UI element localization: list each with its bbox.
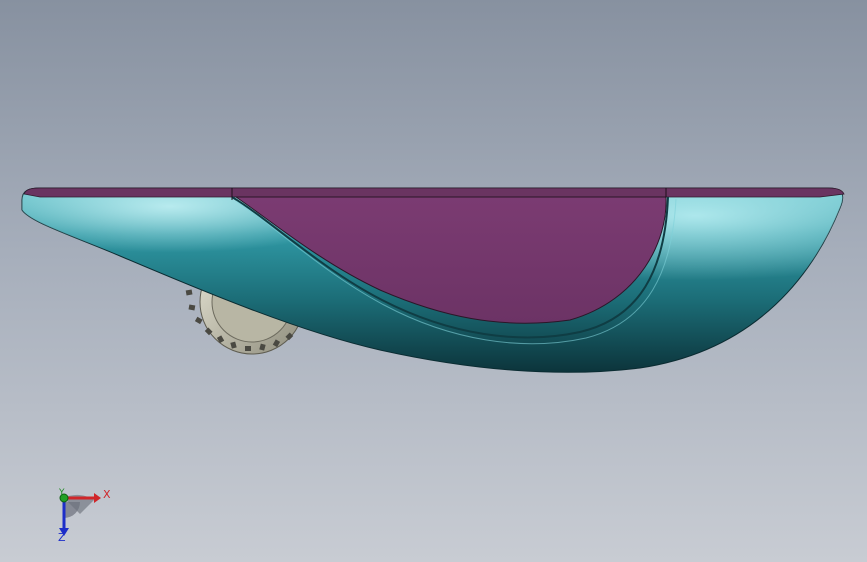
coordinate-triad[interactable]: X Y Z	[40, 478, 120, 548]
top-rim	[23, 187, 845, 198]
z-axis-label: Z	[58, 531, 66, 544]
model-view[interactable]	[0, 0, 867, 562]
y-axis-label: Y	[59, 488, 65, 498]
x-axis-label: X	[103, 488, 111, 501]
graphics-viewport[interactable]: X Y Z	[0, 0, 867, 562]
